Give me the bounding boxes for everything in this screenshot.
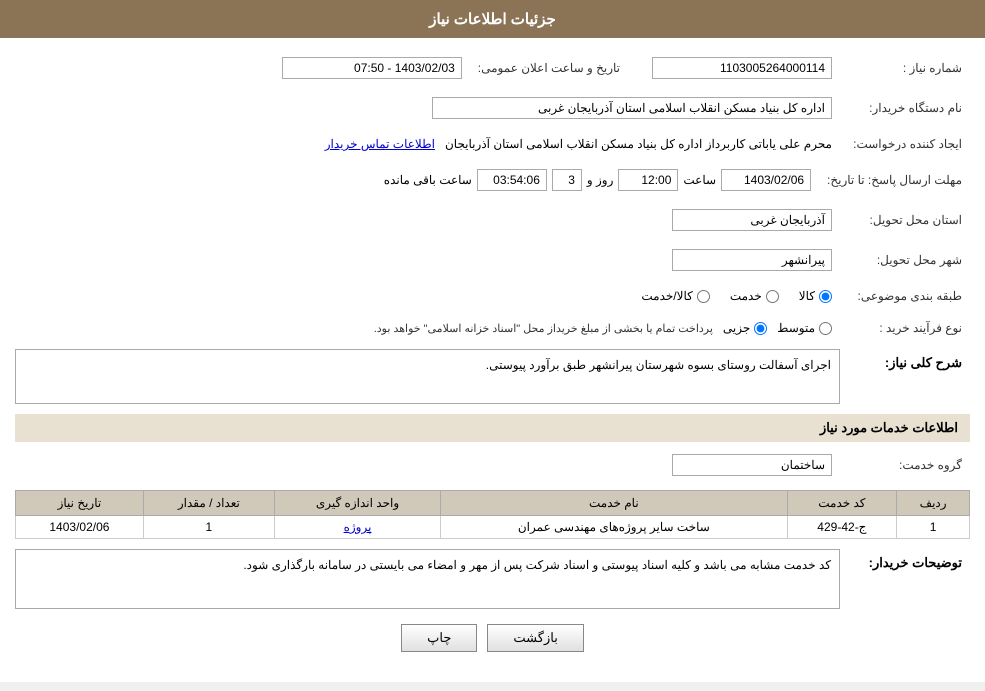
buyer-notes-label: توضیحات خریدار: [840,549,970,577]
service-group-value: ساختمان [672,454,832,476]
need-description-label: شرح کلی نیاز: [840,349,970,377]
creator-link[interactable]: اطلاعات تماس خریدار [325,137,435,151]
creator-label: ایجاد کننده درخواست: [840,133,970,155]
process-radio-medium[interactable]: متوسط [777,321,832,335]
category-radio1-label: کالا [799,289,815,303]
col-header-unit: واحد اندازه گیری [274,491,440,516]
action-buttons: بازگشت چاپ [15,624,970,652]
response-time-label: ساعت [683,173,716,187]
province-label: استان محل تحویل: [840,205,970,235]
table-row: 1ج-42-429ساخت سایر پروژه‌های مهندسی عمرا… [16,516,970,539]
need-description-value: اجرای آسفالت روستای بسوه شهرستان پیرانشه… [486,358,831,372]
services-section-header: اطلاعات خدمات مورد نیاز [15,414,970,442]
need-description-box: اجرای آسفالت روستای بسوه شهرستان پیرانشه… [15,349,840,404]
col-header-row: ردیف [897,491,970,516]
response-remaining: 03:54:06 [477,169,547,191]
row-num: 1 [897,516,970,539]
buyer-org-label: نام دستگاه خریدار: [840,93,970,123]
province-value: آذربایجان غربی [672,209,832,231]
print-button[interactable]: چاپ [401,624,477,652]
service-name: ساخت سایر پروژه‌های مهندسی عمران [441,516,787,539]
buyer-notes-value: کد خدمت مشابه می باشد و کلیه اسناد پیوست… [243,558,831,572]
response-deadline-label: مهلت ارسال پاسخ: تا تاریخ: [819,165,970,195]
col-header-code: کد خدمت [787,491,897,516]
service-unit: پروژه [274,516,440,539]
process-radio-minor[interactable]: جزیی [723,321,767,335]
response-days-label: روز و [587,173,614,187]
process-note: پرداخت تمام یا بخشی از مبلغ خریداز محل "… [374,322,713,335]
process-radio1-label: جزیی [723,321,750,335]
process-label: نوع فرآیند خرید : [840,317,970,339]
buyer-notes-box: کد خدمت مشابه می باشد و کلیه اسناد پیوست… [15,549,840,609]
response-remaining-label: ساعت باقی مانده [384,173,472,187]
response-date: 1403/02/06 [721,169,811,191]
creator-value: محرم علی یاباتی کاربرداز اداره کل بنیاد … [445,137,832,151]
category-label: طبقه بندی موضوعی: [840,285,970,307]
process-radio2-input[interactable] [819,322,832,335]
category-radio-service[interactable]: خدمت [730,289,779,303]
response-days: 3 [552,169,582,191]
service-date: 1403/02/06 [16,516,144,539]
need-number-value: 1103005264000114 [652,57,832,79]
service-group-label: گروه خدمت: [840,450,970,480]
category-radio3-input[interactable] [697,290,710,303]
col-header-date: تاریخ نیاز [16,491,144,516]
back-button[interactable]: بازگشت [487,624,583,652]
category-radio-goods[interactable]: کالا [799,289,832,303]
buyer-org-value: اداره کل بنیاد مسکن انقلاب اسلامی استان … [432,97,832,119]
col-header-qty: تعداد / مقدار [143,491,274,516]
category-radio1-input[interactable] [819,290,832,303]
response-time: 12:00 [618,169,678,191]
category-radio3-label: کالا/خدمت [641,289,692,303]
process-radio1-input[interactable] [754,322,767,335]
process-radio2-label: متوسط [777,321,815,335]
page-header: جزئیات اطلاعات نیاز [0,0,985,38]
city-value: پیرانشهر [672,249,832,271]
page-title: جزئیات اطلاعات نیاز [429,11,556,28]
announcement-date-value: 1403/02/03 - 07:50 [282,57,462,79]
service-qty: 1 [143,516,274,539]
announcement-date-label: تاریخ و ساعت اعلان عمومی: [470,53,640,83]
category-radio-goods-services[interactable]: کالا/خدمت [641,289,709,303]
city-label: شهر محل تحویل: [840,245,970,275]
service-unit-link[interactable]: پروژه [344,520,372,534]
category-radio2-label: خدمت [730,289,762,303]
need-number-label: شماره نیاز : [840,53,970,83]
service-code: ج-42-429 [787,516,897,539]
col-header-name: نام خدمت [441,491,787,516]
category-radio2-input[interactable] [766,290,779,303]
